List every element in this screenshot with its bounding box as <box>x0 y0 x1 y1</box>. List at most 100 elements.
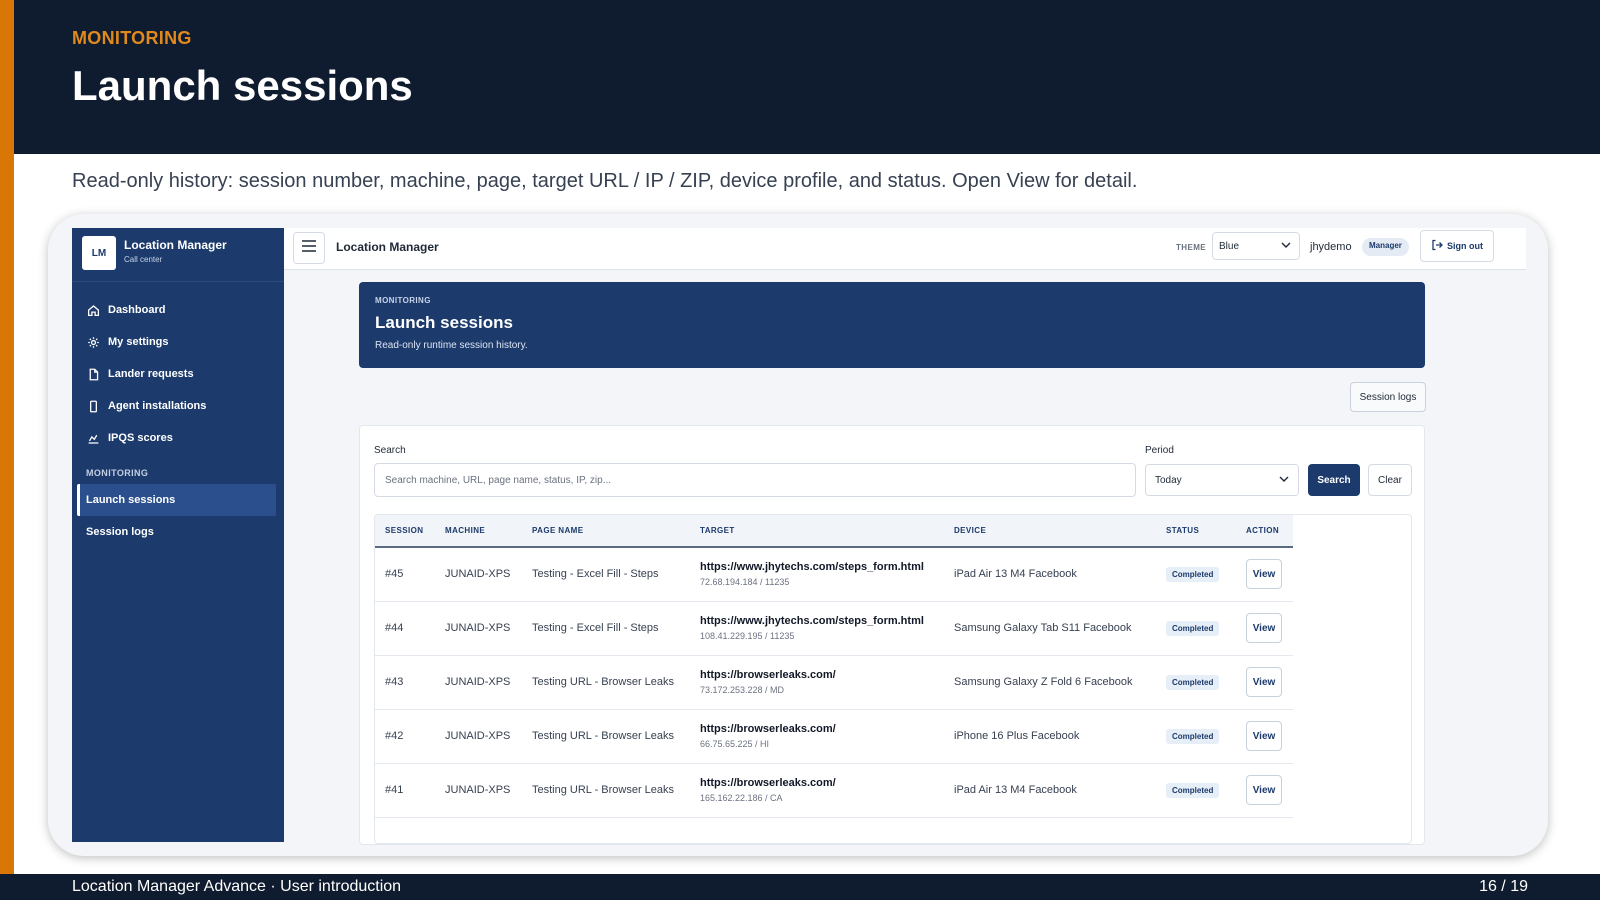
cell-action: View <box>1236 547 1293 602</box>
target-url: https://browserleaks.com/ <box>700 777 836 789</box>
cell-page-name: Testing - Excel Fill - Steps <box>522 547 690 602</box>
sidebar-item-ipqs-scores[interactable]: IPQS scores <box>72 422 284 454</box>
nav-section-monitoring: MONITORING <box>86 468 149 478</box>
cell-status: Completed <box>1156 655 1236 710</box>
cell-machine: JUNAID-XPS <box>435 709 522 764</box>
target-url: https://browserleaks.com/ <box>700 669 836 681</box>
sidebar-item-lander-requests[interactable]: Lander requests <box>72 358 284 390</box>
cell-page-name: Testing - Excel Fill - Steps <box>522 601 690 656</box>
brand: LM Location Manager Call center <box>72 228 284 282</box>
sidebar-item-label: Launch sessions <box>86 494 176 506</box>
slide-footer: Location Manager Advance · User introduc… <box>0 874 1600 900</box>
theme-select[interactable]: Blue <box>1212 232 1300 260</box>
table-row: #41 JUNAID-XPS Testing URL - Browser Lea… <box>375 763 1293 818</box>
sign-out-icon <box>1431 239 1447 253</box>
file-icon <box>86 367 100 381</box>
brand-name: Location Manager <box>124 238 227 252</box>
cell-action: View <box>1236 763 1293 818</box>
cell-session: #44 <box>375 601 435 656</box>
user-name: jhydemo <box>1310 241 1352 253</box>
hamburger-icon <box>302 239 316 257</box>
status-badge: Completed <box>1166 566 1220 582</box>
slide-accent-bar <box>0 0 14 874</box>
search-label: Search <box>374 445 406 456</box>
sidebar-item-agent-installations[interactable]: Agent installations <box>72 390 284 422</box>
cell-machine: JUNAID-XPS <box>435 655 522 710</box>
sidebar-item-launch-sessions[interactable]: Launch sessions <box>77 484 276 516</box>
slide-eyebrow: MONITORING <box>72 28 192 48</box>
target-ip-zip: 73.172.253.228 / MD <box>700 685 785 695</box>
cell-page-name: Testing URL - Browser Leaks <box>522 709 690 764</box>
status-badge: Completed <box>1166 782 1220 798</box>
role-badge: Manager <box>1362 238 1409 256</box>
chevron-down-icon <box>1279 474 1289 487</box>
sidebar-monitoring-nav: Launch sessions Session logs <box>72 484 284 548</box>
menu-toggle-button[interactable] <box>293 232 325 264</box>
column-header-machine: MACHINE <box>435 515 522 548</box>
sidebar-item-label: Agent installations <box>108 400 207 412</box>
sign-out-label: Sign out <box>1447 241 1483 251</box>
sidebar-item-label: Dashboard <box>108 304 166 316</box>
cell-status: Completed <box>1156 601 1236 656</box>
clear-button[interactable]: Clear <box>1368 464 1412 496</box>
brand-subtitle: Call center <box>124 255 163 264</box>
cell-target: https://browserleaks.com/66.75.65.225 / … <box>690 709 944 764</box>
period-label: Period <box>1145 445 1174 456</box>
sidebar-nav: Dashboard My settings Lander requests Ag… <box>72 294 284 454</box>
sidebar-item-label: Lander requests <box>108 368 194 380</box>
cell-page-name: Testing URL - Browser Leaks <box>522 763 690 818</box>
hero-eyebrow: MONITORING <box>375 296 431 305</box>
period-select[interactable]: Today <box>1145 464 1299 496</box>
cell-device: Samsung Galaxy Tab S11 Facebook <box>944 601 1156 656</box>
cell-device: Samsung Galaxy Z Fold 6 Facebook <box>944 655 1156 710</box>
sidebar-item-session-logs[interactable]: Session logs <box>72 516 284 548</box>
target-url: https://browserleaks.com/ <box>700 723 836 735</box>
slide-title: Launch sessions <box>72 62 413 109</box>
sidebar-item-my-settings[interactable]: My settings <box>72 326 284 358</box>
home-icon <box>86 303 100 317</box>
search-button[interactable]: Search <box>1308 464 1360 496</box>
sidebar-item-label: IPQS scores <box>108 432 173 444</box>
theme-label: THEME <box>1176 243 1206 252</box>
target-ip-zip: 72.68.194.184 / 11235 <box>700 577 790 588</box>
sidebar-item-label: Session logs <box>86 526 154 538</box>
view-button[interactable]: View <box>1246 613 1282 643</box>
table-header-row: SESSION MACHINE PAGE NAME TARGET DEVICE … <box>375 515 1293 548</box>
search-input[interactable] <box>374 463 1136 497</box>
slide-header: MONITORING Launch sessions <box>14 0 1600 154</box>
column-header-target: TARGET <box>690 515 944 548</box>
cell-target: https://www.jhytechs.com/steps_form.html… <box>690 601 944 656</box>
chart-icon <box>86 431 100 445</box>
cell-status: Completed <box>1156 709 1236 764</box>
cell-target: https://browserleaks.com/73.172.253.228 … <box>690 655 944 710</box>
view-button[interactable]: View <box>1246 775 1282 805</box>
cell-machine: JUNAID-XPS <box>435 547 522 602</box>
cell-machine: JUNAID-XPS <box>435 763 522 818</box>
cell-status: Completed <box>1156 547 1236 602</box>
slide-description: Read-only history: session number, machi… <box>72 170 1138 192</box>
period-value: Today <box>1155 475 1182 486</box>
cell-action: View <box>1236 709 1293 764</box>
sign-out-button[interactable]: Sign out <box>1420 230 1494 262</box>
view-button[interactable]: View <box>1246 559 1282 590</box>
footer-left: Location Manager Advance · User introduc… <box>72 878 402 895</box>
status-badge: Completed <box>1166 674 1220 690</box>
table-row: #43 JUNAID-XPS Testing URL - Browser Lea… <box>375 655 1293 710</box>
device-icon <box>86 399 100 413</box>
cell-session: #42 <box>375 709 435 764</box>
top-bar: Location Manager THEME Blue jhydemo Mana… <box>284 228 1526 270</box>
cell-action: View <box>1236 601 1293 656</box>
chevron-down-icon <box>1281 240 1291 253</box>
target-ip-zip: 108.41.229.195 / 11235 <box>700 631 795 641</box>
session-logs-button[interactable]: Session logs <box>1350 382 1426 412</box>
cell-session: #41 <box>375 763 435 818</box>
cell-machine: JUNAID-XPS <box>435 601 522 656</box>
cell-device: iPhone 16 Plus Facebook <box>944 709 1156 764</box>
gear-icon <box>86 335 100 349</box>
column-header-status: STATUS <box>1156 515 1236 548</box>
target-ip-zip: 66.75.65.225 / HI <box>700 739 770 749</box>
table-row: #42 JUNAID-XPS Testing URL - Browser Lea… <box>375 709 1293 764</box>
view-button[interactable]: View <box>1246 667 1282 697</box>
view-button[interactable]: View <box>1246 721 1282 751</box>
sidebar-item-dashboard[interactable]: Dashboard <box>72 294 284 326</box>
